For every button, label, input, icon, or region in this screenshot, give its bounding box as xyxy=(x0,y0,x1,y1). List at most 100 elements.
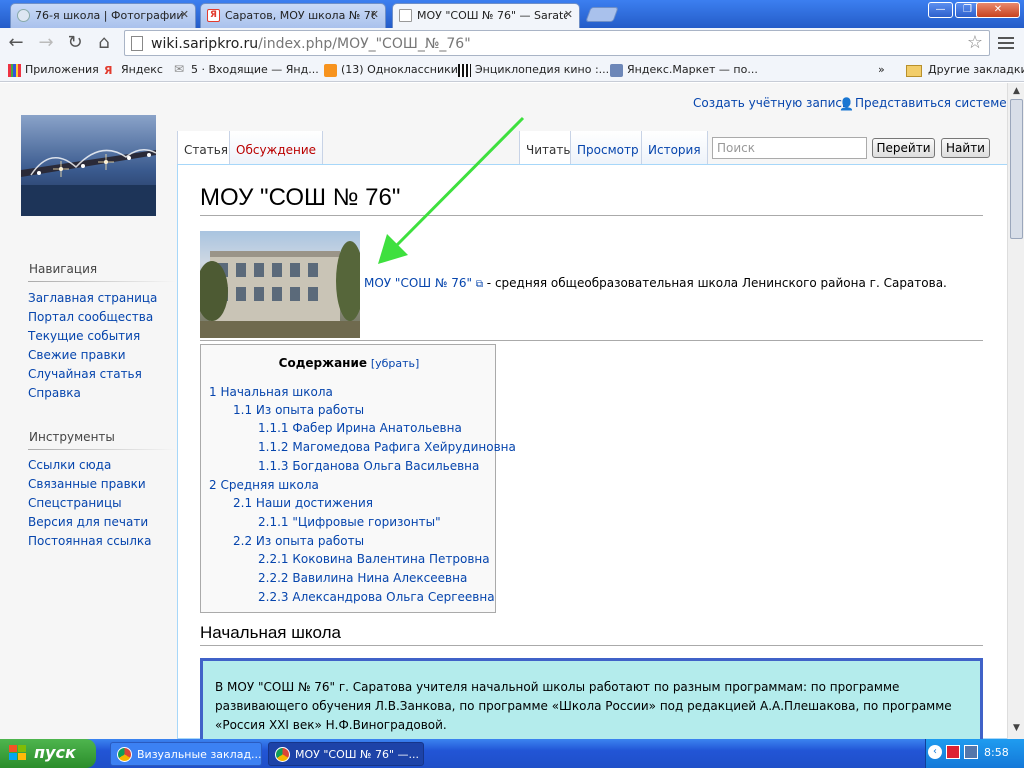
browser-tab-1[interactable]: 76-я школа | Фотографии с ✕ xyxy=(10,3,196,28)
toc-item[interactable]: 2.2.3 Александрова Ольга Сергеевна xyxy=(258,590,495,604)
bookmark-mail[interactable]: ✉ 5 · Входящие — Янд... xyxy=(174,63,319,76)
toc-toggle-link[interactable]: [убрать] xyxy=(371,357,420,370)
browser-tab-2[interactable]: Я Саратов, МОУ школа № 76 ✕ xyxy=(200,3,386,28)
tools-link-related-changes[interactable]: Связанные правки xyxy=(28,477,146,491)
tools-link-whatlinkshere[interactable]: Ссылки сюда xyxy=(28,458,111,472)
home-icon[interactable]: ⌂ xyxy=(93,32,115,54)
tab-title: 76-я школа | Фотографии с xyxy=(35,9,185,22)
tab-title: Саратов, МОУ школа № 76 xyxy=(225,9,375,22)
bookmarks-overflow[interactable]: » xyxy=(878,63,885,76)
navigation-heading: Навигация xyxy=(29,262,98,276)
toc-item[interactable]: 2 Средняя школа xyxy=(209,478,319,492)
nav-link-community[interactable]: Портал сообщества xyxy=(28,310,153,324)
new-tab-button[interactable] xyxy=(585,7,619,22)
toc-text: Из опыта работы xyxy=(255,403,365,417)
close-tab-icon[interactable]: ✕ xyxy=(564,8,573,21)
back-icon[interactable]: ← xyxy=(5,32,27,54)
school-photo[interactable] xyxy=(200,231,360,338)
toc-number: 2.1.1 xyxy=(258,515,289,529)
tab-view-source[interactable]: Просмотр xyxy=(570,131,645,164)
toc-item[interactable]: 2.1 Наши достижения xyxy=(233,496,373,510)
site-logo[interactable] xyxy=(21,115,156,216)
tab-discussion[interactable]: Обсуждение xyxy=(229,131,324,164)
login-link[interactable]: Представиться системе xyxy=(855,96,1007,110)
forward-icon[interactable]: → xyxy=(35,32,57,54)
toc-text: Магомедова Рафига Хейрудиновна xyxy=(292,440,516,454)
nav-link-recent-changes[interactable]: Свежие правки xyxy=(28,348,126,362)
toc-number: 2.2.2 xyxy=(258,571,289,585)
scroll-thumb[interactable] xyxy=(1010,99,1023,239)
close-tab-icon[interactable]: ✕ xyxy=(180,8,189,21)
bookmark-odnoklassniki[interactable]: (13) Одноклассники xyxy=(324,63,458,77)
toc-item[interactable]: 2.1.1 "Цифровые горизонты" xyxy=(258,515,441,529)
bookmark-star-icon[interactable]: ☆ xyxy=(967,32,983,53)
nav-link-current-events[interactable]: Текущие события xyxy=(28,329,140,343)
create-account-link[interactable]: Создать учётную запись xyxy=(693,96,849,110)
windows-logo-icon xyxy=(9,745,26,760)
nav-link-main-page[interactable]: Заглавная страница xyxy=(28,291,157,305)
yandex-icon: Я xyxy=(104,64,113,77)
toc-item[interactable]: 2.2 Из опыта работы xyxy=(233,534,364,548)
divider xyxy=(28,281,176,282)
odnoklassniki-icon xyxy=(324,64,337,77)
toc-item[interactable]: 2.2.1 Коковина Валентина Петровна xyxy=(258,552,490,566)
bookmark-market[interactable]: Яндекс.Маркет — по... xyxy=(610,63,758,77)
security-icon[interactable] xyxy=(946,745,960,759)
network-icon[interactable] xyxy=(964,745,978,759)
bookmark-yandex[interactable]: Я Яндекс xyxy=(104,63,163,77)
taskbar-item-bookmarks[interactable]: Визуальные заклад... xyxy=(110,742,262,766)
search-button[interactable]: Найти xyxy=(941,138,990,158)
tools-link-special-pages[interactable]: Спецстраницы xyxy=(28,496,122,510)
external-school-link[interactable]: МОУ "СОШ № 76" xyxy=(364,276,472,290)
chrome-menu-icon[interactable] xyxy=(998,34,1014,50)
chrome-icon xyxy=(117,747,132,762)
nav-link-random[interactable]: Случайная статья xyxy=(28,367,142,381)
toc-number: 1.1.2 xyxy=(258,440,289,454)
search-input[interactable]: Поиск xyxy=(712,137,867,159)
close-window-button[interactable]: ✕ xyxy=(976,2,1020,18)
reload-icon[interactable]: ↻ xyxy=(64,32,86,54)
toc-item[interactable]: 1.1.3 Богданова Ольга Васильевна xyxy=(258,459,479,473)
tab-history[interactable]: История xyxy=(641,131,708,164)
toc-title: Содержание xyxy=(278,356,368,370)
market-icon xyxy=(610,64,623,77)
scroll-up-icon[interactable]: ▲ xyxy=(1009,84,1024,99)
bookmark-kino[interactable]: Энциклопедия кино :... xyxy=(458,63,609,77)
close-tab-icon[interactable]: ✕ xyxy=(370,8,379,21)
section-divider xyxy=(200,645,983,646)
taskbar: пуск Визуальные заклад... МОУ "СОШ № 76"… xyxy=(0,739,1024,768)
toc-text: Наши достижения xyxy=(255,496,373,510)
toc-number: 2 xyxy=(209,478,217,492)
toc-text: Александрова Ольга Сергеевна xyxy=(292,590,495,604)
toc-text: Коковина Валентина Петровна xyxy=(292,552,490,566)
divider xyxy=(28,449,176,450)
toc-item[interactable]: 1.1.2 Магомедова Рафига Хейрудиновна xyxy=(258,440,516,454)
toc-item[interactable]: 1.1 Из опыта работы xyxy=(233,403,364,417)
browser-tab-3[interactable]: МОУ "СОШ № 76" — Sarato ✕ xyxy=(392,3,580,28)
tools-link-permalink[interactable]: Постоянная ссылка xyxy=(28,534,152,548)
bookmark-apps[interactable]: Приложения xyxy=(8,63,99,77)
start-button[interactable]: пуск xyxy=(0,739,96,768)
toc-text: Из опыта работы xyxy=(255,534,365,548)
toc-header: Содержание [убрать] xyxy=(201,356,497,370)
green-arrow-annotation xyxy=(378,116,525,264)
highlight-box: В МОУ "СОШ № 76" г. Саратова учителя нач… xyxy=(200,658,983,748)
bookmarks-bar: Приложения Я Яндекс ✉ 5 · Входящие — Янд..… xyxy=(0,60,1024,82)
tray-expand-icon[interactable]: ‹ xyxy=(928,745,942,759)
taskbar-item-wiki[interactable]: МОУ "СОШ № 76" —... xyxy=(268,742,424,766)
nav-link-help[interactable]: Справка xyxy=(28,386,81,400)
toc-item[interactable]: 2.2.2 Вавилина Нина Алексеевна xyxy=(258,571,467,585)
tab-article[interactable]: Статья xyxy=(177,131,235,164)
go-button[interactable]: Перейти xyxy=(872,138,935,158)
scroll-down-icon[interactable]: ▼ xyxy=(1009,721,1024,736)
other-bookmarks[interactable]: Другие закладки xyxy=(906,63,1024,77)
scrollbar[interactable]: ▲ ▼ xyxy=(1007,83,1024,739)
toc-item[interactable]: 1 Начальная школа xyxy=(209,385,333,399)
page-info-icon[interactable] xyxy=(131,36,143,51)
toc-text: Начальная школа xyxy=(220,385,333,399)
toc-item[interactable]: 1.1.1 Фабер Ирина Анатольевна xyxy=(258,421,462,435)
minimize-button[interactable]: — xyxy=(928,2,953,18)
address-bar[interactable]: wiki.saripkro.ru/index.php/МОУ_"СОШ_№_76… xyxy=(124,30,990,56)
intro-divider xyxy=(200,340,983,341)
tools-link-printable[interactable]: Версия для печати xyxy=(28,515,148,529)
